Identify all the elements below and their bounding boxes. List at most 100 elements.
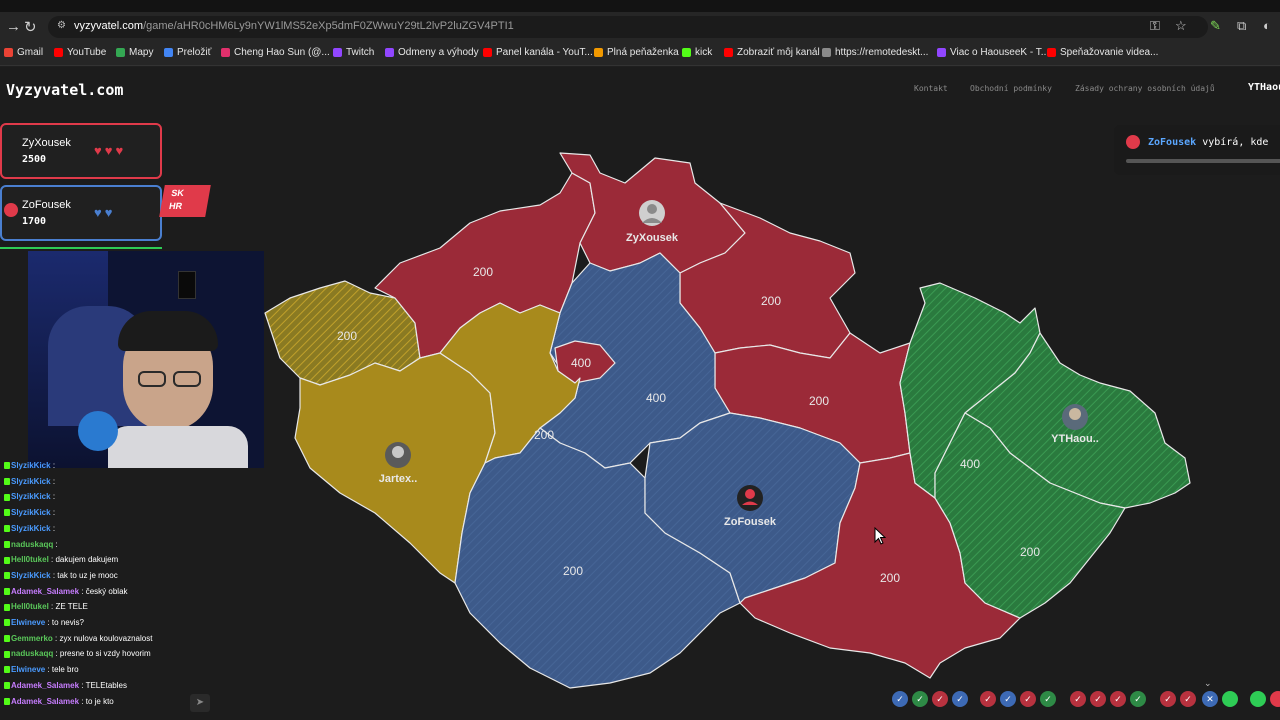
bookmark-label: Plná peňaženka — [607, 47, 679, 58]
bookmark-favicon-icon — [116, 48, 125, 57]
url-field[interactable]: ⚙ vyzyvatel.com/game/aHR0cHM6Ly9nYW1lMS5… — [48, 16, 1208, 38]
chat-message: naduskaqq : — [4, 540, 58, 549]
bookmark-favicon-icon — [937, 48, 946, 57]
chat-badge-icon — [4, 572, 10, 580]
stream-overlay-badge: SK HR — [159, 185, 211, 217]
chat-username[interactable]: naduskaqq — [11, 540, 53, 549]
webcam-feed — [28, 251, 264, 468]
bookmark-item[interactable]: Twitch — [333, 47, 374, 58]
chat-username[interactable]: SlyzikKick — [11, 492, 51, 501]
user-name[interactable]: YTHaou — [1248, 82, 1280, 93]
player-card-zofousek: ZoFousek 1700 ♥♥ — [0, 185, 162, 241]
profile-icon[interactable]: ◐ — [1263, 18, 1271, 33]
bookmark-favicon-icon — [333, 48, 342, 57]
chat-username[interactable]: SlyzikKick — [11, 477, 51, 486]
timer-bar — [1126, 159, 1280, 163]
chat-message: Gemmerko : zyx nulova koulovaznalost — [4, 634, 152, 643]
bookmark-favicon-icon — [54, 48, 63, 57]
bookmark-favicon-icon — [4, 48, 13, 57]
chat-username[interactable]: Adamek_Salamek — [11, 697, 79, 706]
round-result-dot: ✕ — [1202, 691, 1218, 707]
bookmark-item[interactable]: YouTube — [54, 47, 106, 58]
bookmark-label: YouTube — [67, 47, 107, 58]
chat-username[interactable]: Hell0tukel — [11, 602, 49, 611]
bookmark-item[interactable]: https://remotedeskt... — [822, 47, 928, 58]
bookmark-item[interactable]: Plná peňaženka — [594, 47, 679, 58]
chat-text: : — [52, 461, 56, 470]
region-value: 200 — [534, 428, 554, 442]
link-privacy[interactable]: Zásady ochrany osobních údajů — [1075, 84, 1215, 93]
round-result-dot: ✓ — [1180, 691, 1196, 707]
bookmark-item[interactable]: Preložiť — [164, 47, 211, 58]
extension-leaf-icon[interactable]: ✎ — [1210, 18, 1221, 34]
chat-text: : to nevis? — [47, 618, 84, 627]
round-progress: ✓ ✓ ✓ ✓ ✓ ✓ ✓ ✓ ✓ ✓ ✓ ✓ ✓ ✓ ✕ — [888, 685, 1280, 715]
chat-badge-icon — [4, 619, 10, 627]
bookmark-star-icon[interactable]: ☆ — [1175, 18, 1187, 34]
chat-username[interactable]: Gemmerko — [11, 634, 53, 643]
region-value: 400 — [571, 356, 591, 370]
player-name: ZyXousek — [22, 137, 71, 149]
chat-username[interactable]: SlyzikKick — [11, 508, 51, 517]
chat-badge-icon — [4, 587, 10, 595]
bookmark-item[interactable]: Odmeny a výhody — [385, 47, 479, 58]
site-info-icon[interactable]: ⚙ — [57, 20, 66, 31]
stream-chat: SlyzikKick : SlyzikKick : SlyzikKick : Slyz… — [0, 459, 220, 720]
chat-badge-icon — [4, 540, 10, 548]
link-terms[interactable]: Obchodní podmínky — [970, 84, 1052, 93]
chat-username[interactable]: SlyzikKick — [11, 571, 51, 580]
chat-username[interactable]: Adamek_Salamek — [11, 681, 79, 690]
chat-badge-icon — [4, 682, 10, 690]
bookmark-item[interactable]: Cheng Hao Sun (@... — [221, 47, 330, 58]
player-card-zyxousek: ZyXousek 2500 ♥♥♥ — [0, 123, 162, 179]
forward-icon[interactable]: → — [6, 18, 21, 35]
bookmark-label: Twitch — [346, 47, 375, 58]
chat-username[interactable]: SlyzikKick — [11, 524, 51, 533]
chat-username[interactable]: Elwineve — [11, 618, 45, 627]
chat-username[interactable]: Hell0tukel — [11, 555, 49, 564]
chat-message: SlyzikKick : — [4, 477, 55, 486]
chat-username[interactable]: Elwineve — [11, 665, 45, 674]
link-contact[interactable]: Kontakt — [914, 84, 948, 93]
bookmark-favicon-icon — [822, 48, 831, 57]
chat-text: : zyx nulova koulovaznalost — [55, 633, 153, 643]
url-path: /game/aHR0cHM6Ly9nYW1lMS52eXp5dmF0ZWwuY2… — [143, 20, 514, 32]
chevron-down-icon[interactable]: ⌄ — [1204, 678, 1212, 689]
player-score: 2500 — [22, 154, 47, 165]
bookmark-label: Odmeny a výhody — [398, 47, 479, 58]
turn-notification: ZoFousek vybírá, kde — [1114, 125, 1280, 175]
region-value: 200 — [337, 329, 357, 343]
site-logo[interactable]: Vyzyvatel.com — [6, 81, 123, 99]
badge-line: SK — [170, 188, 185, 198]
chat-username[interactable]: Adamek_Salamek — [11, 587, 79, 596]
chat-text: : tele bro — [47, 665, 79, 675]
round-result-dot: ✓ — [1090, 691, 1106, 707]
notification-player: ZoFousek — [1148, 137, 1197, 148]
bookmark-favicon-icon — [483, 48, 492, 57]
chat-message: SlyzikKick : tak to uz je mooc — [4, 571, 118, 580]
password-key-icon[interactable]: ⚿ — [1150, 18, 1160, 34]
chat-message: Adamek_Salamek : český oblak — [4, 587, 128, 596]
chat-text: : ZE TELE — [51, 602, 88, 612]
bookmark-favicon-icon — [1047, 48, 1056, 57]
bookmark-item[interactable]: kick — [682, 47, 712, 58]
extensions-puzzle-icon[interactable]: ⧉ — [1237, 18, 1246, 34]
send-icon[interactable]: ➤ — [190, 694, 210, 712]
bookmark-item[interactable]: Zobraziť môj kanál — [724, 47, 820, 58]
chat-badge-icon — [4, 556, 10, 564]
chat-badge-icon — [4, 509, 10, 517]
chat-username[interactable]: SlyzikKick — [11, 461, 51, 470]
round-result-dot: ✓ — [912, 691, 928, 707]
chat-text: : — [52, 523, 56, 533]
chat-username[interactable]: naduskaqq — [11, 649, 53, 658]
bookmark-item[interactable]: Mapy — [116, 47, 153, 58]
bookmark-item[interactable]: Gmail — [4, 47, 43, 58]
bookmark-item[interactable]: Speňažovanie videa... — [1047, 47, 1158, 58]
chat-message: Hell0tukel : dakujem dakujem — [4, 555, 118, 564]
round-result-dot — [1222, 691, 1238, 707]
chat-message: SlyzikKick : — [4, 508, 55, 517]
bookmark-item[interactable]: Panel kanála - YouT... — [483, 47, 593, 58]
reload-icon[interactable]: ↻ — [24, 18, 37, 36]
round-result-dot: ✓ — [1000, 691, 1016, 707]
bookmark-item[interactable]: Viac o HaouseeK - T... — [937, 47, 1049, 58]
